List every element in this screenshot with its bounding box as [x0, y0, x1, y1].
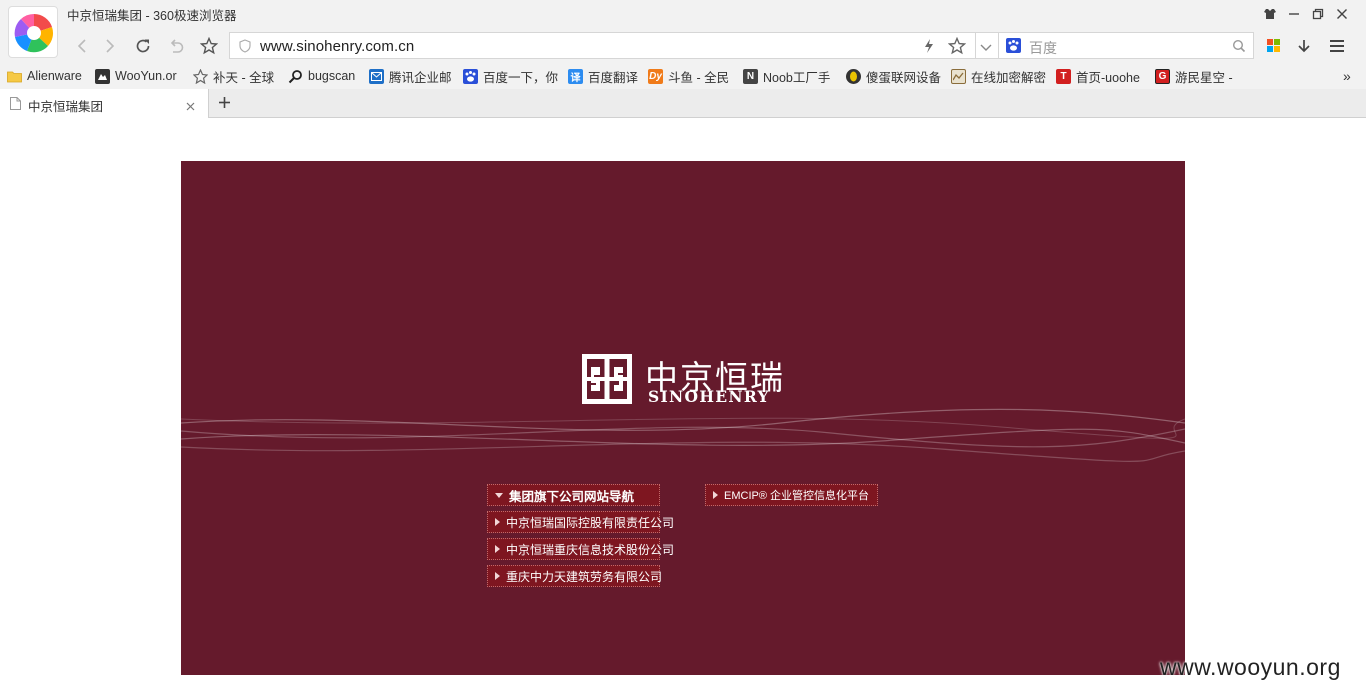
bookmark-label: 首页-uoohe	[1076, 70, 1140, 85]
bookmark-label: WooYun.or	[115, 69, 177, 83]
douyu-icon: Dy	[648, 68, 663, 84]
nav-link-zhonglitian[interactable]: 重庆中力天建筑劳务有限公司	[487, 565, 663, 587]
butian-icon	[193, 68, 208, 84]
wooyun-icon	[95, 68, 110, 84]
bookmark-uoohe[interactable]: T 首页-uoohe	[1056, 67, 1140, 85]
nav-label: 重庆中力天建筑劳务有限公司	[506, 569, 663, 584]
sinohenry-logo-icon	[582, 354, 632, 404]
magnifier-icon	[288, 69, 303, 84]
toolbar: www.sinohenry.com.cn 百度	[0, 28, 1366, 63]
bookmark-alienware[interactable]: Alienware	[7, 67, 82, 85]
bookmark-baidu[interactable]: 百度一下，你	[463, 67, 558, 85]
nav-link-chongqing-it[interactable]: 中京恒瑞重庆信息技术股份公司	[487, 538, 674, 560]
baidu-icon	[463, 68, 478, 84]
sinohenry-banner: 中京恒瑞 SINOHENRY 集团旗下公司网站导航 中京恒瑞国际控股有限责任公司…	[181, 161, 1185, 675]
bookmark-crypto[interactable]: 在线加密解密	[951, 67, 1046, 85]
gamersky-icon: G	[1155, 68, 1170, 84]
bookmark-label: 在线加密解密	[971, 70, 1047, 85]
nav-label: 集团旗下公司网站导航	[509, 489, 635, 504]
skin-icon[interactable]	[1259, 4, 1281, 24]
bookmark-baidu-translate[interactable]: 译 百度翻译	[568, 67, 638, 85]
logo-english-name: SINOHENRY	[648, 387, 770, 406]
baidu-paw-icon[interactable]	[1006, 38, 1021, 53]
tab-strip: 中京恒瑞集团	[0, 89, 1366, 118]
bookmark-tencent-mail[interactable]: 腾讯企业邮	[369, 67, 452, 85]
bookmark-label: Noob工厂手	[763, 70, 831, 85]
close-tab-icon[interactable]	[186, 99, 195, 114]
tab-sinohenry[interactable]: 中京恒瑞集团	[0, 89, 209, 118]
bookmark-label: bugscan	[308, 69, 356, 83]
noob-icon: N	[743, 68, 758, 84]
triangle-right-icon	[713, 491, 718, 499]
title-bar: 中京恒瑞集团 - 360极速浏览器	[0, 0, 1366, 28]
chevron-down-icon[interactable]	[980, 41, 992, 56]
bookmark-label: 游民星空 -	[1175, 70, 1233, 85]
browser-logo[interactable]	[8, 6, 58, 58]
download-icon[interactable]	[1292, 34, 1316, 58]
triangle-down-icon	[495, 492, 503, 498]
page-icon	[10, 97, 21, 113]
bookmark-bugscan[interactable]: bugscan	[288, 67, 355, 85]
shodan-icon	[846, 68, 861, 84]
back-icon[interactable]	[70, 34, 94, 58]
divider	[975, 33, 976, 58]
wooyun-watermark: www.wooyun.org	[1160, 654, 1341, 680]
bookmark-label: 斗鱼 - 全民	[668, 70, 730, 85]
bookmark-shodan[interactable]: 傻蛋联网设备	[846, 67, 941, 85]
bookmark-label: 百度一下，你	[483, 70, 559, 85]
undo-close-icon[interactable]	[164, 34, 188, 58]
bookmark-gamersky[interactable]: G 游民星空 -	[1155, 67, 1233, 85]
apps-icon[interactable]	[1262, 34, 1286, 58]
triangle-right-icon	[495, 572, 500, 580]
bookmark-label: 百度翻译	[588, 70, 639, 85]
address-bar[interactable]: www.sinohenry.com.cn	[229, 32, 999, 59]
nav-link-intl-holdings[interactable]: 中京恒瑞国际控股有限责任公司	[487, 511, 674, 533]
close-window-icon[interactable]	[1331, 4, 1353, 24]
wave-lines	[181, 408, 1185, 462]
uoohe-icon: T	[1056, 68, 1071, 84]
nav-label: EMCIP® 企业管控信息化平台	[724, 490, 869, 502]
forward-icon[interactable]	[98, 34, 122, 58]
bookmark-label: Alienware	[27, 69, 82, 83]
address-url[interactable]: www.sinohenry.com.cn	[260, 38, 414, 55]
bookmark-noob[interactable]: N Noob工厂手	[743, 67, 830, 85]
tab-title: 中京恒瑞集团	[28, 100, 104, 114]
translate-icon: 译	[568, 68, 583, 84]
window-title: 中京恒瑞集团 - 360极速浏览器	[67, 9, 237, 23]
bookmark-butian[interactable]: 补天 - 全球	[193, 67, 274, 85]
shield-icon	[239, 39, 251, 56]
lightning-icon[interactable]	[923, 38, 935, 57]
nav-label: 中京恒瑞重庆信息技术股份公司	[506, 542, 675, 557]
reload-icon[interactable]	[131, 34, 155, 58]
search-icon[interactable]	[1232, 39, 1246, 56]
bookmark-douyu[interactable]: Dy 斗鱼 - 全民	[648, 67, 729, 85]
bookmark-wooyun[interactable]: WooYun.or	[95, 67, 177, 85]
triangle-right-icon	[495, 518, 500, 526]
folder-icon	[7, 69, 22, 84]
more-bookmarks-icon[interactable]: »	[1343, 67, 1351, 85]
crypto-icon	[951, 68, 966, 84]
bookmark-star-icon[interactable]	[947, 36, 967, 58]
bookmark-label: 傻蛋联网设备	[866, 70, 942, 85]
restore-icon[interactable]	[1307, 4, 1329, 24]
favorite-icon[interactable]	[197, 34, 221, 58]
nav-label: 中京恒瑞国际控股有限责任公司	[506, 515, 675, 530]
page-content: 中京恒瑞 SINOHENRY 集团旗下公司网站导航 中京恒瑞国际控股有限责任公司…	[0, 118, 1366, 697]
bookmark-label: 补天 - 全球	[213, 70, 275, 85]
menu-icon[interactable]	[1325, 34, 1349, 58]
tencent-mail-icon	[369, 68, 384, 84]
new-tab-icon[interactable]	[218, 96, 231, 112]
minimize-icon[interactable]	[1283, 4, 1305, 24]
triangle-right-icon	[495, 545, 500, 553]
nav-link-emcip[interactable]: EMCIP® 企业管控信息化平台	[705, 484, 878, 506]
nav-group-sites[interactable]: 集团旗下公司网站导航	[487, 484, 660, 506]
bookmark-label: 腾讯企业邮	[389, 70, 452, 85]
bookmarks-bar: Alienware WooYun.or 补天 - 全球 bugscan 腾讯企业…	[0, 63, 1366, 89]
search-box[interactable]: 百度	[998, 32, 1254, 59]
search-input[interactable]: 百度	[1029, 38, 1057, 58]
